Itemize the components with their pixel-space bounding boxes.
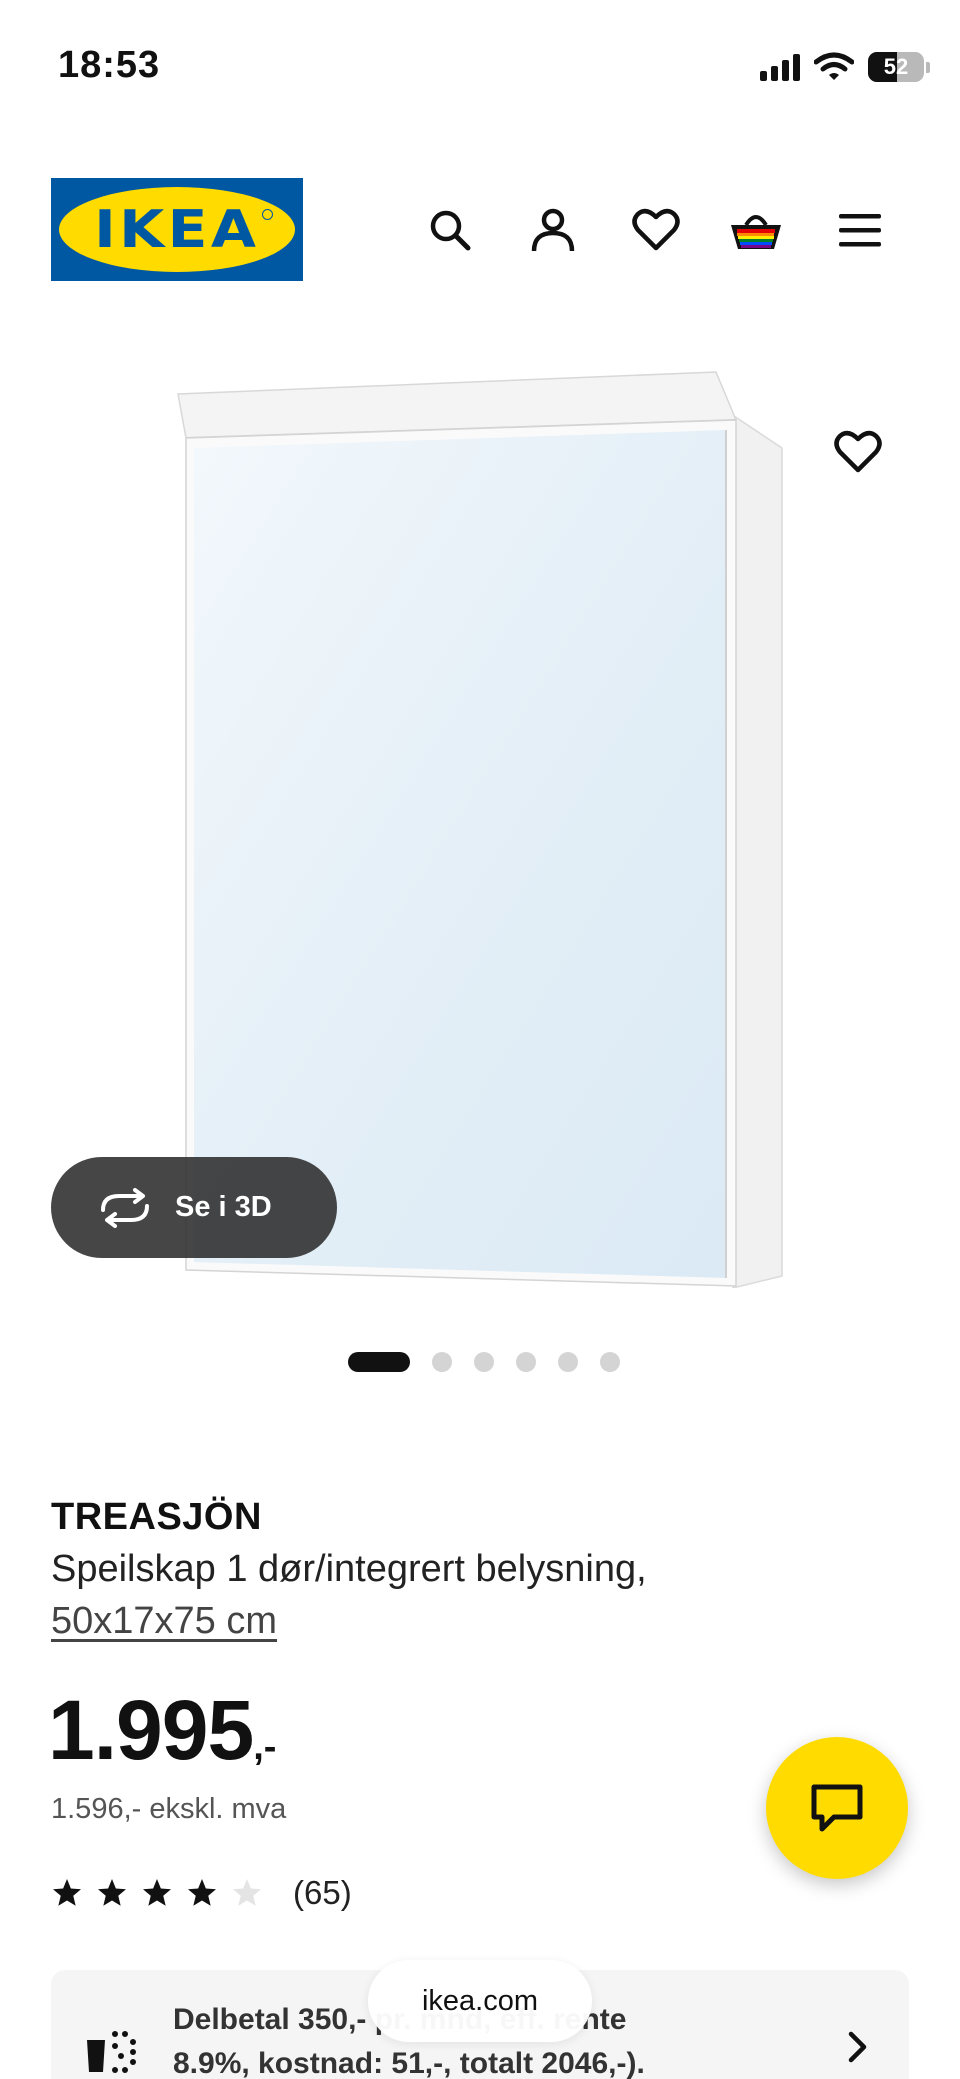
rating-stars — [51, 1877, 263, 1909]
carousel-dot[interactable] — [432, 1352, 452, 1372]
search-icon — [430, 210, 471, 251]
product-description: Speilskap 1 dør/integrert belysning, — [51, 1548, 647, 1590]
star-filled-icon — [188, 1879, 216, 1906]
battery-icon: 52 — [868, 52, 924, 82]
ikea-logo[interactable]: IKEA — [51, 178, 303, 281]
chat-button[interactable] — [766, 1737, 908, 1879]
rotate-3d-icon — [101, 1187, 149, 1228]
product-name: TREASJÖN — [51, 1496, 262, 1538]
payment-plan-icon — [87, 2031, 136, 2073]
basket-icon — [731, 215, 781, 249]
logo-text: IKEA — [94, 199, 260, 260]
account-icon — [531, 208, 575, 252]
product-size-link[interactable]: 50x17x75 cm — [51, 1600, 277, 1643]
browser-url-bar[interactable]: ikea.com — [368, 1960, 592, 2042]
carousel-dot[interactable] — [600, 1352, 620, 1372]
carousel-dot[interactable] — [474, 1352, 494, 1372]
carousel-dot[interactable] — [558, 1352, 578, 1372]
financing-line-2: 8.9%, kostnad: 51,-, totalt 2046,-). — [173, 2047, 645, 2079]
star-filled-icon — [98, 1879, 126, 1906]
product-price: 1.995 ,- — [48, 1682, 276, 1779]
heart-icon — [834, 430, 882, 473]
view-3d-label: Se i 3D — [175, 1191, 272, 1223]
product-image[interactable] — [170, 368, 790, 1289]
chat-bubble-icon — [811, 1784, 863, 1832]
wifi-icon — [814, 52, 854, 80]
carousel-dot[interactable] — [516, 1352, 536, 1372]
star-filled-icon — [143, 1879, 171, 1906]
menu-icon — [839, 214, 881, 247]
price-suffix: ,- — [253, 1726, 277, 1768]
chevron-right-icon — [848, 2031, 867, 2063]
search-button[interactable] — [422, 202, 478, 258]
review-count: (65) — [293, 1874, 352, 1911]
wishlist-button[interactable] — [628, 202, 684, 258]
account-button[interactable] — [525, 202, 581, 258]
battery-level: 52 — [883, 54, 909, 79]
price-excl-vat: 1.596,- ekskl. mva — [51, 1793, 287, 1825]
heart-icon — [632, 208, 680, 251]
star-filled-icon — [53, 1879, 81, 1906]
status-bar: 18:53 52 — [0, 0, 960, 140]
status-time: 18:53 — [58, 44, 161, 86]
view-3d-button[interactable]: Se i 3D — [51, 1157, 337, 1258]
product-favorite-button[interactable] — [830, 424, 886, 480]
site-header: IKEA — [0, 178, 960, 283]
carousel-dot[interactable] — [348, 1352, 410, 1372]
cellular-signal-icon — [760, 53, 800, 81]
image-carousel-dots — [348, 1352, 620, 1372]
price-value: 1.995 — [48, 1683, 254, 1777]
status-icons: 52 — [760, 52, 930, 82]
product-page: 18:53 52 IKEA Se i 3D TREASJÖN Speilskap… — [0, 0, 960, 2079]
product-rating[interactable]: (65) — [51, 1874, 352, 1912]
basket-button[interactable] — [728, 202, 784, 258]
star-empty-icon — [233, 1879, 261, 1906]
menu-button[interactable] — [832, 202, 888, 258]
mirror-cabinet-illustration — [177, 371, 783, 1289]
